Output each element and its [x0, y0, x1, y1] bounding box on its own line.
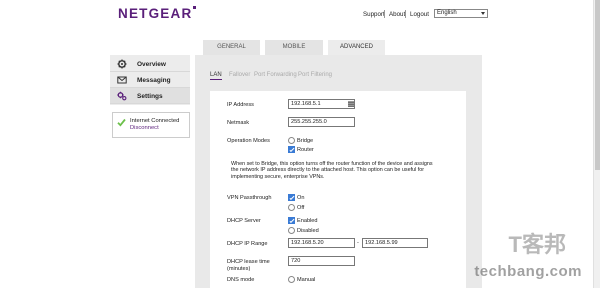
support-link[interactable]: Support	[363, 11, 385, 18]
dhcp-lease-time-label: DHCP lease time (minutes)	[227, 259, 270, 272]
dhcp-lease-time-input[interactable]: 720	[288, 256, 355, 266]
dns-manual-label: Manual	[297, 277, 316, 283]
about-link[interactable]: About	[389, 11, 405, 18]
vpn-on-label: On	[297, 195, 305, 201]
netmask-input[interactable]: 255.255.255.0	[288, 117, 355, 127]
tab-general[interactable]: GENERAL	[203, 40, 260, 55]
disconnect-link[interactable]: Disconnect	[130, 125, 159, 131]
vpn-off-label: Off	[297, 205, 305, 211]
dhcp-ip-range-label: DHCP IP Range	[227, 241, 268, 247]
envelope-icon	[117, 76, 127, 84]
dhcp-lease-time-value: 720	[291, 258, 301, 264]
router-label: Router	[297, 147, 314, 153]
subtab-port-filtering[interactable]: Port Filtering	[298, 72, 332, 78]
gear-icon	[117, 59, 127, 69]
netmask-label: Netmask	[227, 120, 250, 126]
vpn-on-radio[interactable]	[288, 194, 295, 201]
range-separator: -	[357, 240, 359, 246]
dhcp-range-end-value: 192.168.5.99	[365, 240, 398, 246]
watermark-text: techbang.com	[474, 263, 582, 280]
sidebar-item-settings[interactable]: Settings	[110, 88, 190, 104]
connection-status-text: Internet Connected	[130, 118, 180, 124]
dhcp-range-end-input[interactable]: 192.168.5.99	[362, 238, 428, 248]
tab-advanced[interactable]: ADVANCED	[328, 40, 385, 55]
dhcp-range-start-value: 192.168.5.20	[291, 240, 324, 246]
sidebar-item-label: Overview	[137, 61, 166, 68]
dhcp-disabled-radio[interactable]	[288, 227, 295, 234]
scrollbar-thumb[interactable]	[595, 0, 600, 170]
netgear-logo: NETGEAR	[118, 6, 197, 21]
ip-address-value: 192.168.5.1	[291, 101, 321, 107]
dhcp-enabled-radio[interactable]	[288, 217, 295, 224]
dhcp-server-label: DHCP Server	[227, 218, 261, 224]
logout-link[interactable]: Logout	[410, 11, 429, 18]
divider	[405, 10, 406, 18]
sidebar-item-overview[interactable]: Overview	[110, 56, 190, 72]
bridge-radio[interactable]	[288, 137, 295, 144]
dhcp-enabled-label: Enabled	[297, 218, 318, 224]
vpn-passthrough-label: VPN Passthrough	[227, 195, 272, 201]
subtab-fallover[interactable]: Fallover	[229, 72, 250, 78]
ip-address-input[interactable]: 192.168.5.1	[288, 99, 355, 109]
chevron-down-icon	[481, 12, 485, 15]
ip-address-label: IP Address	[227, 102, 254, 108]
bridge-label: Bridge	[297, 138, 314, 144]
vpn-off-radio[interactable]	[288, 204, 295, 211]
router-radio[interactable]	[288, 146, 295, 153]
watermark-logo: T客邦	[508, 232, 566, 257]
sidebar-item-label: Messaging	[137, 77, 171, 84]
operation-mode-description: When set to Bridge, this option turns of…	[231, 161, 433, 180]
sidebar-item-messaging[interactable]: Messaging	[110, 72, 190, 88]
tab-mobile[interactable]: MOBILE	[265, 40, 323, 55]
dns-mode-label: DNS mode	[227, 277, 255, 283]
language-select-value: English	[437, 10, 457, 16]
gears-icon	[117, 91, 127, 101]
language-select[interactable]: English	[434, 9, 488, 18]
netmask-value: 255.255.255.0	[291, 119, 327, 125]
subtab-port-forwarding[interactable]: Port Forwarding	[254, 72, 297, 78]
dns-manual-radio[interactable]	[288, 276, 295, 283]
connection-status-box: Internet Connected Disconnect	[112, 112, 190, 138]
divider	[384, 10, 385, 18]
check-icon	[117, 118, 126, 127]
page-scrollbar[interactable]	[593, 0, 600, 288]
subtab-lan[interactable]: LAN	[210, 72, 222, 80]
dhcp-disabled-label: Disabled	[297, 228, 319, 234]
dhcp-range-start-input[interactable]: 192.168.5.20	[288, 238, 355, 248]
list-icon	[348, 101, 354, 107]
operation-modes-label: Operation Modes	[227, 138, 270, 144]
sidebar-item-label: Settings	[137, 93, 163, 100]
